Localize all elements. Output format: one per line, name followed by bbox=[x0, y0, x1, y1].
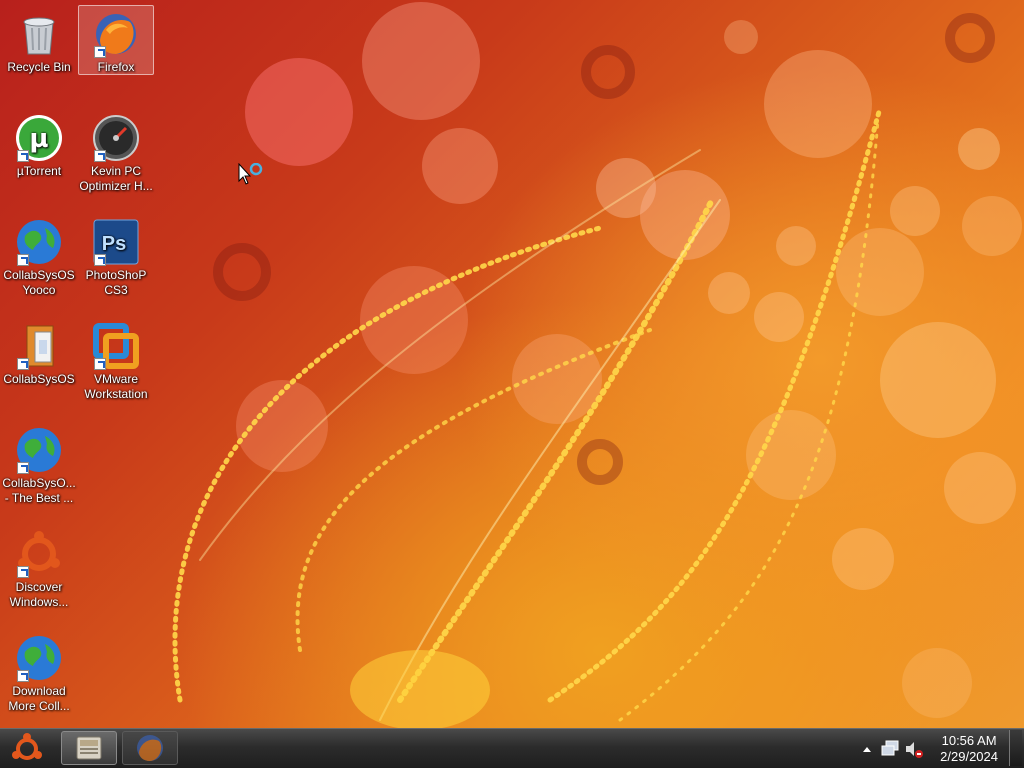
globe-icon bbox=[15, 426, 63, 474]
show-hidden-icons-arrow[interactable] bbox=[860, 729, 874, 768]
shortcut-arrow-icon bbox=[94, 150, 106, 162]
collabsysos-the-best-shortcut[interactable]: CollabSysO... - The Best ... bbox=[1, 422, 77, 506]
firefox-icon bbox=[137, 735, 163, 761]
shortcut-arrow-icon bbox=[17, 254, 29, 266]
download-more-shortcut[interactable]: Download More Coll... bbox=[1, 630, 77, 714]
shortcut-arrow-icon bbox=[17, 150, 29, 162]
vmware-workstation-shortcut[interactable]: VMware Workstation bbox=[78, 318, 154, 402]
vmware-icon bbox=[92, 322, 140, 370]
shortcut-arrow-icon bbox=[94, 358, 106, 370]
show-desktop-button[interactable] bbox=[1009, 730, 1022, 766]
kevin-pc-optimizer-shortcut[interactable]: Kevin PC Optimizer H... bbox=[78, 110, 154, 194]
discover-windows-shortcut[interactable]: Discover Windows... bbox=[1, 526, 77, 610]
recycle-bin-label: Recycle Bin bbox=[7, 60, 71, 74]
clock-date: 2/29/2024 bbox=[940, 749, 998, 764]
collabsysos-yooco-shortcut[interactable]: CollabSysOS Yooco bbox=[1, 214, 77, 298]
firefox-label: Firefox bbox=[97, 60, 135, 74]
ubuntu-icon bbox=[15, 530, 63, 578]
utorrent-label: µTorrent bbox=[16, 164, 62, 178]
taskbar-clock[interactable]: 10:56 AM 2/29/2024 bbox=[940, 733, 998, 765]
ubuntu-start-icon bbox=[12, 733, 42, 760]
network-icon[interactable] bbox=[880, 729, 900, 768]
photoshop-shortcut[interactable]: Ps PhotoShoP CS3 bbox=[78, 214, 154, 298]
file-manager-icon bbox=[76, 736, 102, 760]
pc-optimizer-icon bbox=[92, 114, 140, 162]
utorrent-icon: µ bbox=[15, 114, 63, 162]
collabsysos-the-best-label: CollabSysO... - The Best ... bbox=[2, 476, 76, 505]
desktop-wallpaper[interactable]: Recycle Bin µ µTorrent CollabSysOS Yooco bbox=[0, 0, 1024, 728]
shortcut-arrow-icon bbox=[94, 254, 106, 266]
taskbar: 10:56 AM 2/29/2024 bbox=[0, 728, 1024, 768]
vmware-workstation-label: VMware Workstation bbox=[84, 372, 148, 401]
svg-text:Ps: Ps bbox=[102, 233, 126, 255]
photoshop-icon: Ps bbox=[92, 218, 140, 266]
collabsysos-shortcut[interactable]: CollabSysOS bbox=[1, 318, 77, 387]
collabsysos-yooco-label: CollabSysOS Yooco bbox=[3, 268, 75, 297]
shortcut-arrow-icon bbox=[17, 358, 29, 370]
recycle-bin-shortcut[interactable]: Recycle Bin bbox=[1, 6, 77, 75]
taskbar-firefox-button[interactable] bbox=[122, 731, 178, 765]
svg-text:µ: µ bbox=[29, 124, 48, 154]
recycle-bin-icon bbox=[15, 10, 63, 58]
mouse-cursor-busy-icon bbox=[238, 163, 263, 185]
shortcut-arrow-icon bbox=[17, 670, 29, 682]
shortcut-arrow-icon bbox=[94, 46, 106, 58]
globe-icon bbox=[15, 218, 63, 266]
volume-muted-icon[interactable] bbox=[904, 729, 926, 768]
system-tray bbox=[858, 729, 928, 768]
shortcut-arrow-icon bbox=[17, 462, 29, 474]
clock-time: 10:56 AM bbox=[941, 733, 997, 748]
kevin-pc-optimizer-label: Kevin PC Optimizer H... bbox=[79, 164, 153, 193]
photoshop-label: PhotoShoP CS3 bbox=[85, 268, 147, 297]
firefox-shortcut[interactable]: Firefox bbox=[78, 5, 154, 75]
globe-icon bbox=[15, 634, 63, 682]
discover-windows-label: Discover Windows... bbox=[9, 580, 69, 609]
utorrent-shortcut[interactable]: µ µTorrent bbox=[1, 110, 77, 179]
collabsysos-label: CollabSysOS bbox=[3, 372, 75, 386]
folder-doc-icon bbox=[15, 322, 63, 370]
taskbar-file-manager-button[interactable] bbox=[61, 731, 117, 765]
download-more-label: Download More Coll... bbox=[8, 684, 70, 713]
firefox-icon bbox=[92, 10, 140, 58]
start-button[interactable] bbox=[4, 731, 50, 767]
shortcut-arrow-icon bbox=[17, 566, 29, 578]
